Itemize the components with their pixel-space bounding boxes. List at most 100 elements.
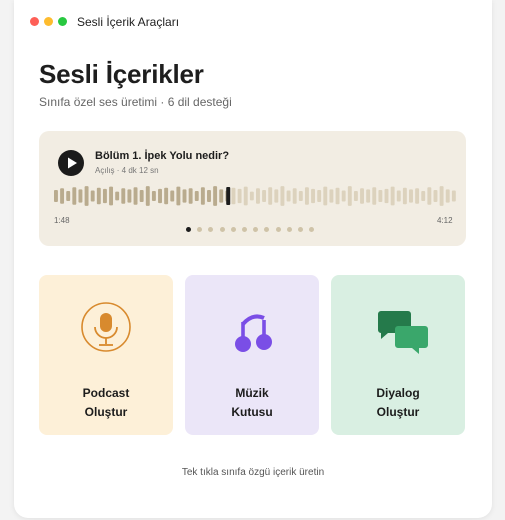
- episode-meta: Açılış · 4 dk 12 sn: [95, 166, 159, 175]
- page-dot[interactable]: [309, 227, 315, 232]
- waveform-bar: [194, 191, 199, 201]
- waveform-bar: [182, 189, 187, 203]
- waveform-bar: [390, 186, 395, 206]
- chat-bubbles-icon: [378, 311, 428, 354]
- waveform-bar: [213, 186, 218, 206]
- waveform-bar: [421, 191, 426, 201]
- page-dot[interactable]: [186, 227, 191, 232]
- waveform-bar: [427, 187, 432, 205]
- waveform-bar: [170, 190, 175, 202]
- waveform-bar: [262, 189, 267, 203]
- waveform-bar: [323, 186, 328, 206]
- waveform-bar: [121, 188, 126, 204]
- page-dot[interactable]: [264, 227, 270, 232]
- waveform-bar: [78, 189, 83, 203]
- page-dot[interactable]: [242, 227, 247, 232]
- waveform-bar: [378, 189, 383, 203]
- dialog-card-label: Diyalog Oluştur: [376, 386, 420, 419]
- waveform-bar: [329, 189, 334, 203]
- waveform-bar: [237, 188, 242, 204]
- waveform-bar: [102, 188, 107, 204]
- waveform-bar: [207, 189, 211, 203]
- waveform-bar: [304, 187, 309, 205]
- waveform-bar: [256, 188, 260, 204]
- waveform-bar: [231, 187, 236, 205]
- waveform-bar: [286, 190, 291, 202]
- waveform-bar: [409, 189, 413, 203]
- waveform-bar: [311, 188, 316, 204]
- waveform-bar: [298, 191, 303, 201]
- page-subtitle: Sınıfa özel ses üretimi · 6 dil desteği: [39, 95, 232, 109]
- waveform-bar: [274, 189, 279, 203]
- podcast-card-label: Podcast Oluştur: [82, 386, 130, 419]
- waveform-bar: [72, 187, 77, 205]
- page-dot[interactable]: [275, 227, 281, 232]
- waveform-bar: [451, 190, 456, 202]
- waveform-bar: [341, 190, 346, 202]
- waveform-bar: [445, 189, 450, 203]
- window-title: Sesli İçerik Araçları: [77, 15, 180, 29]
- dialog-create-card[interactable]: Diyalog Oluştur: [331, 275, 465, 435]
- page-dot[interactable]: [286, 227, 292, 232]
- play-icon: [68, 157, 77, 169]
- waveform-bar: [151, 191, 156, 201]
- waveform-bar: [292, 188, 297, 204]
- waveform-bar: [158, 188, 162, 204]
- waveform-bar: [54, 189, 58, 203]
- waveform-bar: [60, 188, 65, 204]
- waveform-bar: [219, 189, 224, 203]
- waveform-bar: [109, 186, 114, 206]
- waveform-bar: [439, 186, 444, 206]
- waveform-bar: [176, 186, 181, 206]
- total-time: 4:12: [437, 216, 453, 225]
- waveform-bar: [433, 189, 438, 203]
- music-note-icon: [235, 314, 272, 352]
- music-card-label: Müzik Kutusu: [231, 386, 273, 419]
- close-window-button[interactable]: [30, 17, 39, 26]
- waveform-bar: [127, 189, 132, 203]
- waveform-bar: [90, 190, 95, 202]
- waveform-bar: [188, 188, 193, 204]
- title-bar: Sesli İçerik Araçları: [14, 0, 492, 42]
- waveform-bar: [347, 186, 352, 206]
- waveform-bar: [164, 187, 169, 205]
- playhead[interactable]: [226, 187, 231, 205]
- waveform-bar: [366, 189, 371, 203]
- waveform-bar: [145, 186, 150, 206]
- zoom-window-button[interactable]: [58, 17, 67, 26]
- page-indicator: [186, 227, 326, 233]
- page-dot[interactable]: [230, 227, 236, 232]
- waveform-bar: [384, 188, 389, 204]
- waveform-bar: [243, 186, 248, 206]
- music-box-card[interactable]: Müzik Kutusu: [185, 275, 319, 435]
- page-dot[interactable]: [219, 227, 225, 232]
- waveform-bar: [317, 189, 322, 203]
- waveform-bar: [268, 187, 273, 205]
- minimize-window-button[interactable]: [44, 17, 53, 26]
- page-dot[interactable]: [197, 227, 203, 232]
- waveform-bar: [353, 191, 358, 201]
- waveform-bar: [115, 191, 120, 201]
- play-button[interactable]: [58, 150, 84, 176]
- footer-note: Tek tıkla sınıfa özgü içerik üretin: [181, 467, 325, 478]
- page-dot[interactable]: [253, 227, 259, 232]
- waveform-bar: [66, 191, 71, 201]
- app-window: Sesli İçerik Araçları Sesli İçerikler Sı…: [14, 0, 492, 518]
- waveform-bar: [84, 186, 89, 206]
- waveform-bar: [96, 187, 101, 205]
- microphone-icon: [81, 302, 131, 352]
- elapsed-time: 1:48: [54, 216, 70, 225]
- page-title: Sesli İçerikler: [39, 59, 204, 89]
- waveform-bar: [415, 188, 420, 204]
- waveform-bar: [402, 187, 407, 205]
- waveform-bar: [396, 190, 401, 202]
- waveform-bar: [280, 186, 285, 206]
- waveform-bar: [249, 191, 254, 201]
- page-dot[interactable]: [208, 227, 214, 232]
- waveform-scrubber[interactable]: [54, 185, 458, 207]
- podcast-create-card[interactable]: Podcast Oluştur: [39, 275, 173, 435]
- waveform-bar: [133, 187, 138, 205]
- waveform-bar: [200, 187, 205, 205]
- page-dot[interactable]: [298, 227, 303, 232]
- episode-title: Bölüm 1. İpek Yolu nedir?: [95, 150, 230, 162]
